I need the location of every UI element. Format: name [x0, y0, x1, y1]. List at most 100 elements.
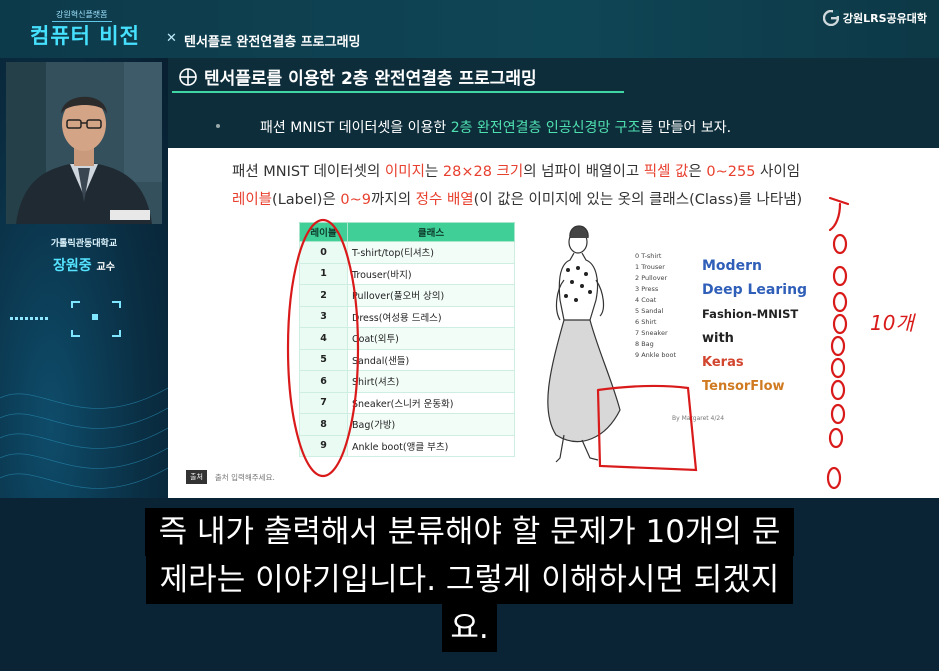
bullet-dot: [216, 124, 220, 128]
table-row: 5 Sandal(샌들): [299, 348, 515, 371]
sketch-list-item: 6 Shirt: [635, 318, 657, 326]
decorative-tech-lines: [0, 301, 168, 489]
desc2-e: 정수 배열: [415, 192, 474, 208]
desc1-i: 사이임: [755, 164, 801, 180]
row-class: Trouser(바지): [347, 262, 515, 285]
close-icon: ✕: [166, 31, 177, 46]
presenter-name: 장원중: [53, 258, 92, 274]
caption-line-3: 요.: [442, 604, 497, 652]
caption-line-1: 즉 내가 출력해서 분류해야 할 문제가 10개의 문: [144, 508, 795, 556]
sketch-credit: By Margaret 4/24: [672, 415, 724, 422]
label-class-table: 레이블 클래스 0 T-shirt/top(티셔츠) 1 Trouser(바지) 2…: [299, 222, 515, 457]
row-class: Sneaker(스니커 운동화): [347, 391, 515, 414]
g-logo-icon: [822, 10, 839, 26]
caption-box: 즉 내가 출력해서 분류해야 할 문제가 10개의 문 제라는 이야기입니다. …: [0, 508, 939, 652]
slide-intro: 패션 MNIST 데이터셋을 이용한 2층 완전연결층 인공신경망 구조를 만들…: [260, 117, 731, 137]
table-row: 1 Trouser(바지): [299, 262, 515, 285]
row-class: Pullover(풀오버 상의): [347, 284, 515, 307]
table-row: 8 Bag(가방): [299, 413, 515, 436]
desc1-b: 이미지: [384, 164, 425, 180]
desc2-a: 레이블: [232, 192, 273, 208]
row-class: Sandal(샌들): [347, 348, 515, 371]
source-text: 출처 입력해주세요.: [214, 472, 275, 482]
sketch-list-item: 4 Coat: [635, 296, 657, 304]
presenter-university: 가톨릭관동대학교: [50, 239, 118, 249]
desc1-g: 은: [688, 164, 707, 180]
caption-line-2: 제라는 이야기입니다. 그렇게 이해하시면 되겠지: [145, 556, 794, 604]
presenter-video: [6, 62, 162, 224]
slide-title: 텐서플로를 이용한 2층 완전연결층 프로그래밍: [204, 69, 537, 89]
row-label: 4: [299, 327, 348, 350]
row-class: Bag(가방): [347, 413, 515, 436]
source-tag: 출처 출처 입력해주세요.: [186, 470, 275, 484]
sketch-word-with: with: [702, 331, 734, 346]
source-badge: 출처: [186, 470, 207, 484]
row-class: Dress(여성용 드레스): [347, 305, 515, 328]
sketch-word-deep-learing: Deep Learing: [702, 282, 807, 298]
table-header-class: 클래스: [347, 222, 515, 242]
description-line-1: 패션 MNIST 데이터셋의 이미지는 28×28 크기의 넘파이 배열이고 픽…: [232, 160, 800, 181]
intro-highlight: 2층 완전연결층 인공신경망 구조: [450, 120, 641, 136]
desc1-e: 의 넘파이 배열이고: [523, 164, 644, 180]
presenter-panel: 가톨릭관동대학교 장원중 교수: [0, 58, 168, 518]
sketch-word-tensorflow: TensorFlow: [702, 379, 785, 394]
sketch-list-item: 5 Sandal: [635, 307, 664, 315]
row-label: 8: [299, 413, 348, 436]
description-line-2: 레이블(Label)은 0~9까지의 정수 배열(이 값은 이미지에 있는 옷의…: [232, 188, 802, 209]
row-label: 0: [299, 241, 348, 264]
table-row: 3 Dress(여성용 드레스): [299, 305, 515, 328]
sketch-list-item: 2 Pullover: [635, 274, 668, 282]
row-class: T-shirt/top(티셔츠): [347, 241, 515, 264]
sketch-list-item: 8 Bag: [635, 340, 654, 348]
desc2-b: (Label)은: [272, 192, 341, 208]
table-row: 9 Ankle boot(앵클 부츠): [299, 434, 515, 457]
intro-text-b: 를 만들어 보자.: [640, 120, 732, 136]
title-underline: [172, 91, 624, 93]
intro-text-a: 패션 MNIST 데이터셋을 이용한: [260, 120, 451, 136]
presenter-figure: [6, 62, 162, 224]
annotation-10-count: 10개: [870, 311, 916, 335]
row-label: 7: [299, 391, 348, 414]
desc1-f: 픽셀 값: [643, 164, 689, 180]
sketch-word-modern: Modern: [702, 258, 762, 274]
row-label: 3: [299, 305, 348, 328]
header-bar: 강원혁신플랫폼 컴퓨터 비전 ✕ 텐서플로 완전연결층 프로그래밍 강원LRS공…: [0, 0, 939, 58]
fashion-sketch-illustration: 0 T-shirt 1 Trouser 2 Pullover 3 Press 4…: [520, 220, 816, 470]
table-row: 0 T-shirt/top(티셔츠): [299, 241, 515, 264]
table-row: 2 Pullover(풀오버 상의): [299, 284, 515, 307]
desc2-f: (이 값은 이미지에 있는 옷의 클래스(Class)를 나타냄): [473, 192, 803, 208]
sketch-list-item: 7 Sneaker: [635, 329, 668, 337]
desc1-d: 28×28 크기: [442, 164, 524, 180]
sketch-list-item: 0 T-shirt: [635, 252, 662, 260]
desc1-h: 0~255: [706, 164, 756, 180]
course-title: 컴퓨터 비전: [30, 24, 140, 48]
table-row: 6 Shirt(셔츠): [299, 370, 515, 393]
row-label: 6: [299, 370, 348, 393]
sketch-word-keras: Keras: [702, 355, 744, 370]
sketch-list-item: 9 Ankle boot: [635, 351, 676, 359]
table-header-label: 레이블: [299, 222, 348, 242]
org-name: 강원LRS공유대학: [842, 12, 927, 25]
sketch-list-item: 3 Press: [635, 285, 659, 293]
row-label: 9: [299, 434, 348, 457]
lecture-slide: 텐서플로를 이용한 2층 완전연결층 프로그래밍 패션 MNIST 데이터셋을 …: [168, 58, 939, 498]
desc1-c: 는: [424, 164, 443, 180]
slide-header: 텐서플로를 이용한 2층 완전연결층 프로그래밍 패션 MNIST 데이터셋을 …: [168, 58, 939, 148]
row-label: 1: [299, 262, 348, 285]
sketch-word-fashion-mnist: Fashion-MNIST: [702, 307, 798, 321]
row-class: Shirt(셔츠): [347, 370, 515, 393]
presenter-title: 교수: [96, 262, 115, 273]
desc2-d: 까지의: [371, 192, 416, 208]
crosshair-icon: [179, 67, 197, 86]
org-logo: 강원LRS공유대학: [822, 10, 927, 26]
row-class: Ankle boot(앵클 부츠): [347, 434, 515, 457]
row-class: Coat(외투): [347, 327, 515, 350]
table-header-row: 레이블 클래스: [299, 222, 515, 242]
table-row: 7 Sneaker(스니커 운동화): [299, 391, 515, 414]
sketch-list-item: 1 Trouser: [635, 263, 665, 271]
lecture-title: 텐서플로 완전연결층 프로그래밍: [184, 35, 361, 50]
row-label: 2: [299, 284, 348, 307]
desc1-a: 패션 MNIST 데이터셋의: [232, 164, 385, 180]
desc2-c: 0~9: [340, 192, 372, 208]
table-row: 4 Coat(외투): [299, 327, 515, 350]
